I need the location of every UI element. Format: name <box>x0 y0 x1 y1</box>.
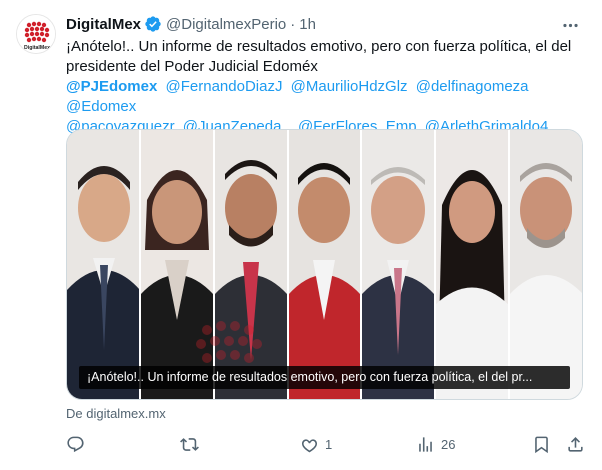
bookmark-button[interactable] <box>532 430 551 458</box>
author-handle[interactable]: @DigitalmexPerio <box>166 16 286 33</box>
portrait-1 <box>67 130 140 399</box>
portrait-7 <box>509 130 582 399</box>
bookmark-icon <box>532 435 551 454</box>
tweet-header: DigitalMex @DigitalmexPerio · 1h <box>66 14 316 34</box>
mention-link[interactable]: @MaurilioHdzGlz <box>291 78 408 95</box>
views-icon <box>416 435 435 454</box>
reply-button[interactable] <box>66 430 91 458</box>
author-name[interactable]: DigitalMex <box>66 16 141 33</box>
reply-icon <box>66 435 85 454</box>
share-icon <box>566 435 585 454</box>
views-count: 26 <box>441 436 456 452</box>
tweet-timestamp[interactable]: 1h <box>299 16 316 33</box>
tweet-actions: 1 26 <box>60 430 590 458</box>
tweet-media-image[interactable]: ¡Anótelo!.. Un informe de resultados emo… <box>66 129 583 400</box>
mention-link[interactable]: @PJEdomex <box>66 78 157 95</box>
portrait-6 <box>435 130 509 399</box>
like-count: 1 <box>325 436 333 452</box>
portrait-4 <box>288 130 361 399</box>
mention-link[interactable]: @FernandoDiazJ <box>166 78 283 95</box>
header-separator: · <box>290 15 296 33</box>
tweet-text: ¡Anótelo!.. Un informe de resultados emo… <box>66 38 572 75</box>
link-source[interactable]: De digitalmex.mx <box>66 406 166 421</box>
portrait-5 <box>361 130 435 399</box>
author-avatar[interactable]: DigitalMex <box>16 14 56 54</box>
like-icon <box>300 435 319 454</box>
mention-link[interactable]: @delfinagomeza <box>416 78 529 95</box>
digitalmex-logo-icon: DigitalMex <box>17 15 55 53</box>
views-button[interactable]: 26 <box>416 430 455 458</box>
retweet-icon <box>180 435 199 454</box>
tweet-mentions: @PJEdomex @FernandoDiazJ @MaurilioHdzGlz… <box>66 77 586 137</box>
tweet-card[interactable]: DigitalMex DigitalMex @DigitalmexPerio ·… <box>0 0 602 470</box>
share-button[interactable] <box>566 430 585 458</box>
more-icon[interactable] <box>558 14 582 36</box>
svg-text:DigitalMex: DigitalMex <box>24 45 50 51</box>
mention-link[interactable]: @Edomex <box>66 98 136 115</box>
media-caption: ¡Anótelo!.. Un informe de resultados emo… <box>79 366 570 389</box>
verified-badge-icon <box>144 15 162 33</box>
collage-photo <box>67 130 582 399</box>
like-button[interactable]: 1 <box>300 430 332 458</box>
retweet-button[interactable] <box>180 430 205 458</box>
